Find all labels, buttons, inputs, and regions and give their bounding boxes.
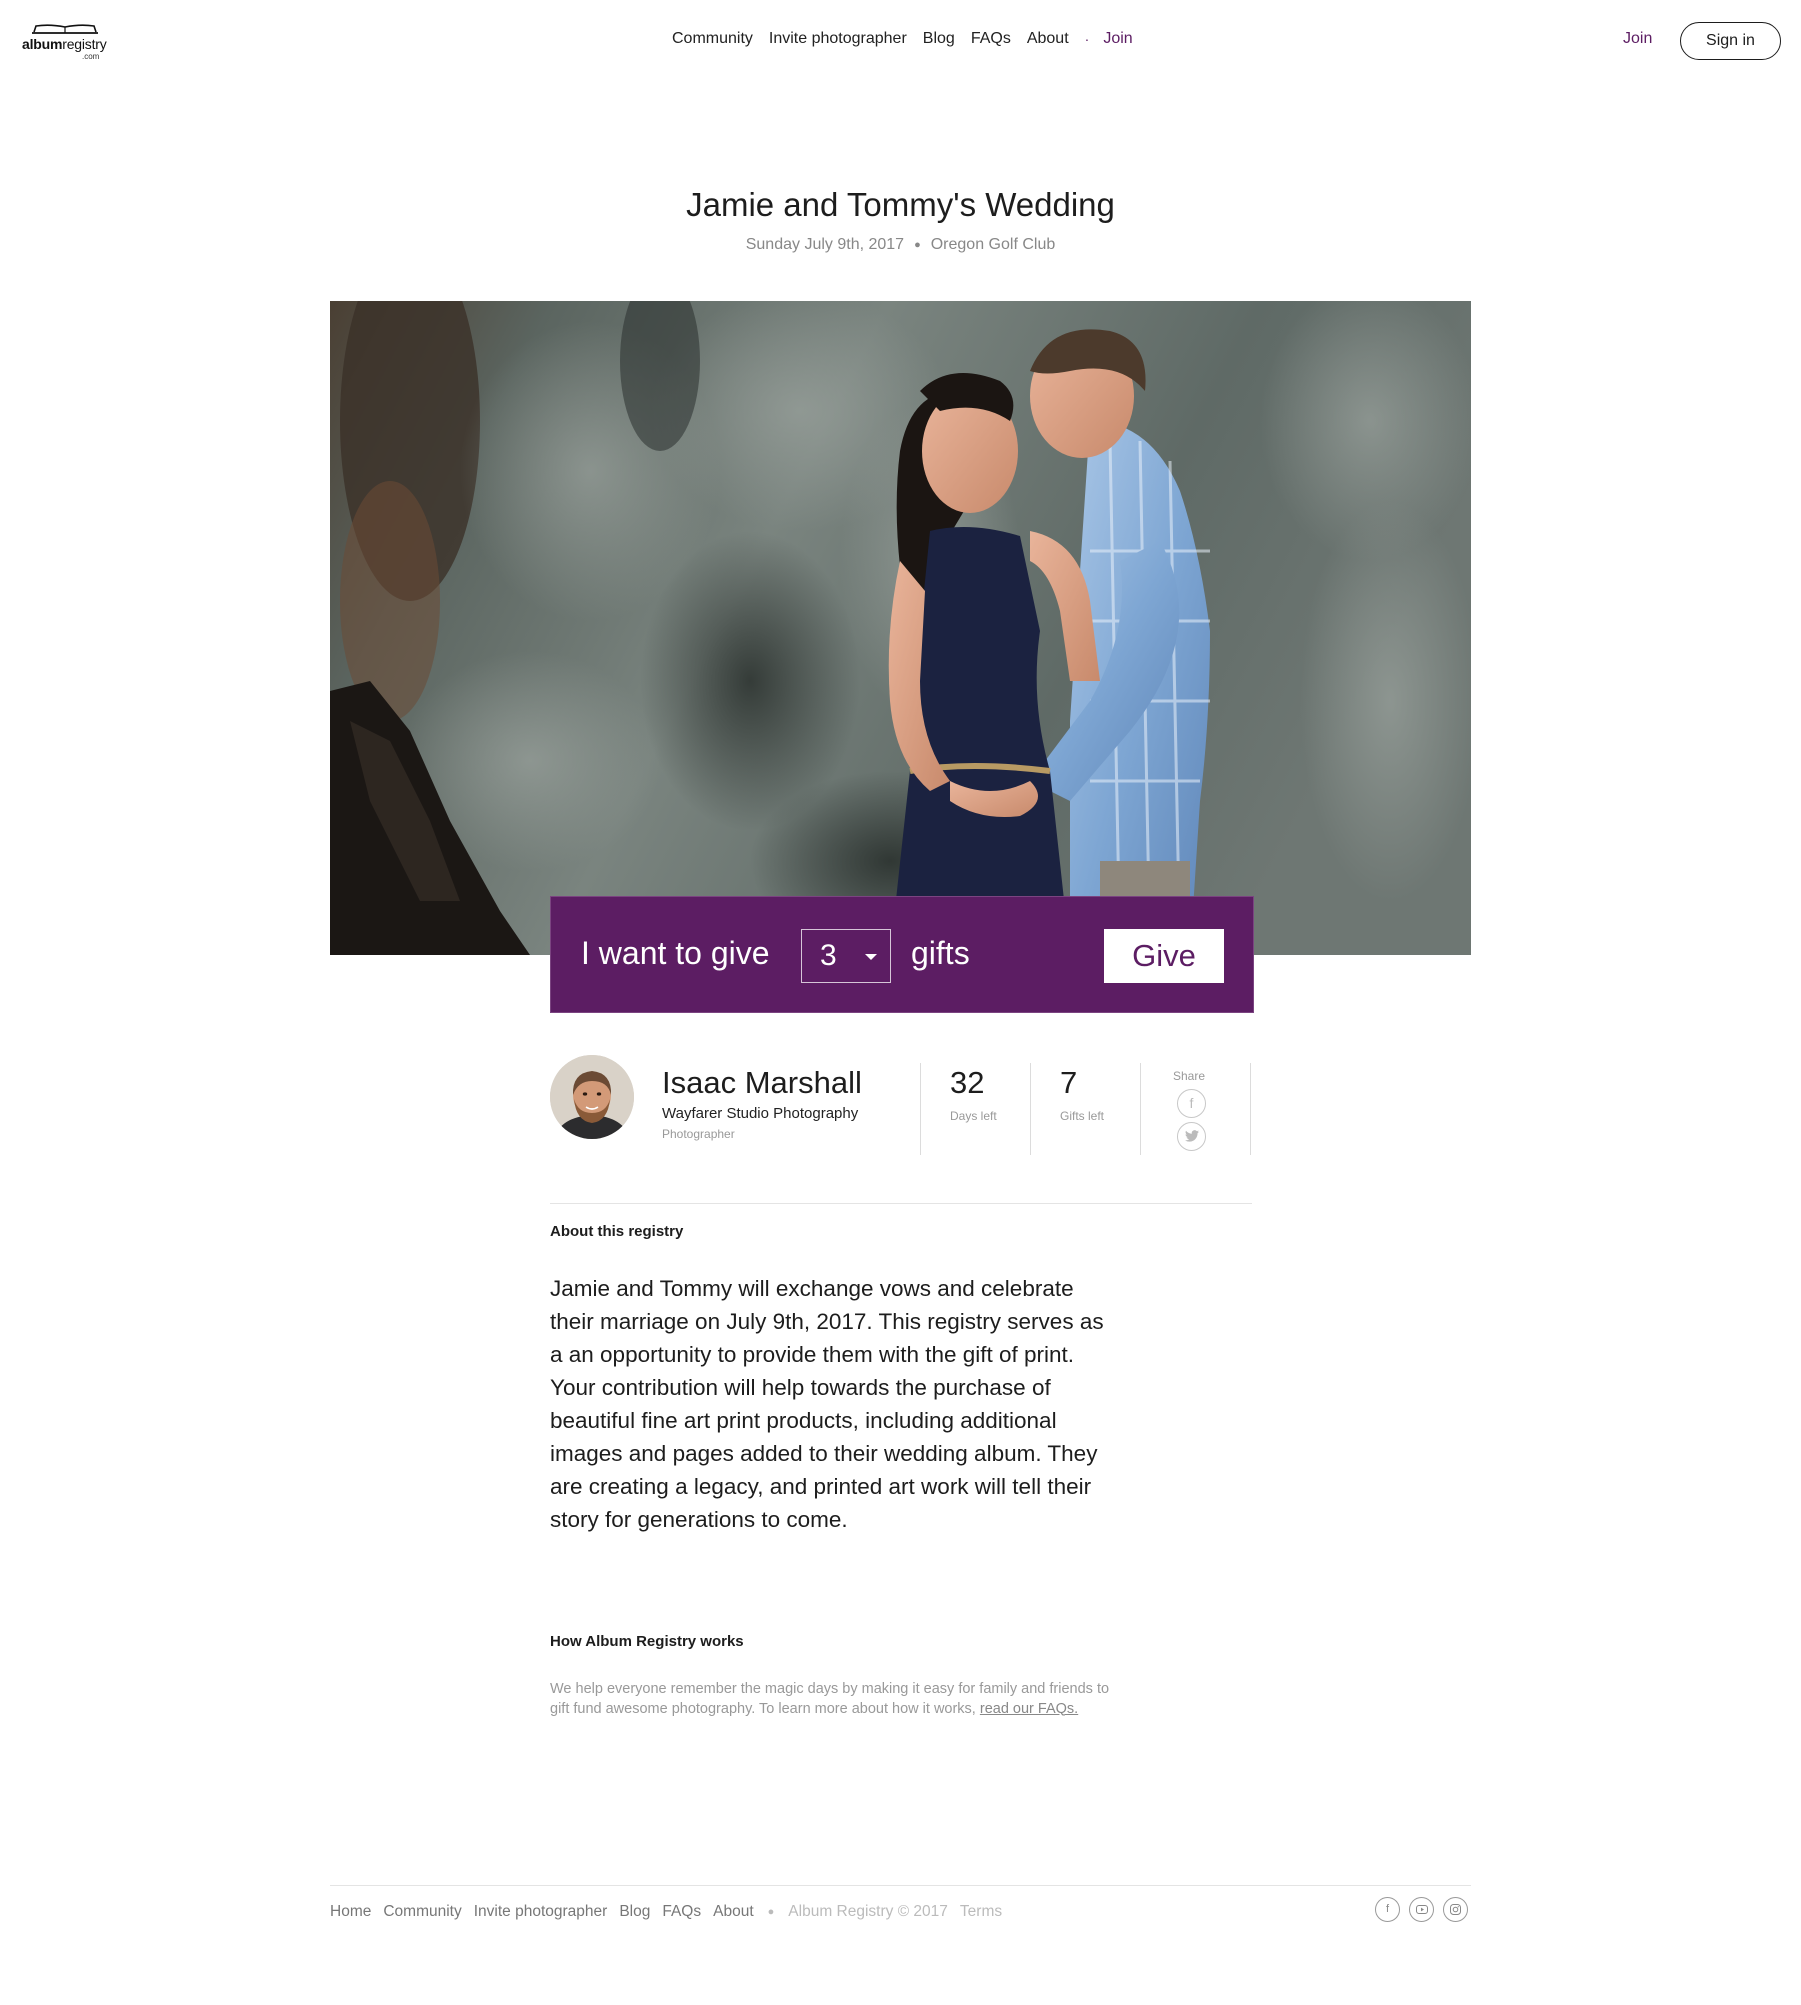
albumregistry-logo[interactable]: albumregistry .com	[22, 22, 114, 61]
about-body: Jamie and Tommy will exchange vows and c…	[550, 1276, 1104, 1532]
site-header: albumregistry .com Community Invite phot…	[0, 0, 1801, 82]
nav-blog[interactable]: Blog	[923, 30, 955, 48]
event-title: Jamie and Tommy's Wedding	[686, 186, 1115, 223]
stats-divider	[1250, 1063, 1251, 1155]
footer-invite-photographer[interactable]: Invite photographer	[474, 1903, 608, 1921]
nav-separator-dot: ·	[1084, 31, 1090, 47]
footer-terms[interactable]: Terms	[960, 1903, 1002, 1921]
faqs-link[interactable]: read our FAQs.	[980, 1701, 1078, 1717]
photographer-avatar[interactable]	[550, 1055, 634, 1139]
twitter-icon[interactable]	[1177, 1122, 1206, 1151]
join-link[interactable]: Join	[1623, 30, 1652, 48]
about-heading: About this registry	[550, 1223, 684, 1240]
share-label: Share	[1173, 1069, 1206, 1083]
photographer-studio: Wayfarer Studio Photography	[662, 1105, 859, 1122]
how-it-works-heading: How Album Registry works	[550, 1633, 744, 1650]
gift-quantity-value: 3	[820, 939, 837, 972]
nav-community[interactable]: Community	[672, 30, 753, 48]
photographer-stats-row: Isaac Marshall Wayfarer Studio Photograp…	[550, 1055, 1252, 1155]
event-date: Sunday July 9th, 2017	[745, 236, 905, 253]
footer-separator-dot: ●	[767, 1906, 775, 1918]
hero-couple-photo	[330, 301, 1471, 955]
youtube-icon[interactable]	[1409, 1897, 1434, 1922]
event-subtitle: Sunday July 9th, 2017 ● Oregon Golf Club	[0, 236, 1801, 254]
how-it-works-body: We help everyone remember the magic days…	[550, 1680, 1110, 1719]
stats-divider	[920, 1063, 921, 1155]
chevron-down-icon	[865, 954, 877, 960]
sign-in-button[interactable]: Sign in	[1680, 22, 1781, 60]
footer-community[interactable]: Community	[383, 1903, 461, 1921]
logo-domain: .com	[82, 52, 100, 61]
footer-divider	[330, 1885, 1471, 1886]
nav-about[interactable]: About	[1027, 30, 1069, 48]
gift-quantity-select[interactable]: 3	[801, 929, 891, 983]
photographer-name[interactable]: Isaac Marshall	[662, 1065, 862, 1101]
nav-join[interactable]: Join	[1103, 30, 1132, 48]
give-button[interactable]: Give	[1104, 929, 1224, 983]
footer-about[interactable]: About	[713, 1903, 754, 1921]
gift-prefix-text: I want to give	[581, 935, 770, 971]
footer-nav: Home Community Invite photographer Blog …	[330, 1903, 1014, 1921]
footer-faqs[interactable]: FAQs	[662, 1903, 701, 1921]
event-venue: Oregon Golf Club	[930, 236, 1056, 253]
logo-wordmark: albumregistry	[22, 36, 107, 52]
nav-faqs[interactable]: FAQs	[971, 30, 1011, 48]
main-nav: Community Invite photographer Blog FAQs …	[672, 30, 1133, 48]
days-left-label: Days left	[950, 1109, 997, 1123]
open-book-icon	[32, 24, 98, 34]
section-divider	[550, 1203, 1252, 1204]
footer-copyright: Album Registry © 2017	[788, 1903, 948, 1920]
stats-divider	[1030, 1063, 1031, 1155]
nav-invite-photographer[interactable]: Invite photographer	[769, 30, 907, 48]
gifts-left-label: Gifts left	[1060, 1109, 1105, 1123]
facebook-icon[interactable]: f	[1375, 1897, 1400, 1922]
stats-divider	[1140, 1063, 1141, 1155]
gift-suffix-text: gifts	[911, 935, 970, 971]
photographer-role: Photographer	[662, 1127, 735, 1141]
gift-selector-bar: I want to give 3 gifts Give	[550, 896, 1254, 1013]
footer-home[interactable]: Home	[330, 1903, 371, 1921]
days-left-value: 32	[950, 1065, 985, 1100]
facebook-icon[interactable]: f	[1177, 1089, 1206, 1118]
bullet-separator: ●	[914, 238, 921, 251]
footer-blog[interactable]: Blog	[619, 1903, 650, 1921]
gifts-left-value: 7	[1060, 1065, 1078, 1100]
instagram-icon[interactable]	[1443, 1897, 1468, 1922]
